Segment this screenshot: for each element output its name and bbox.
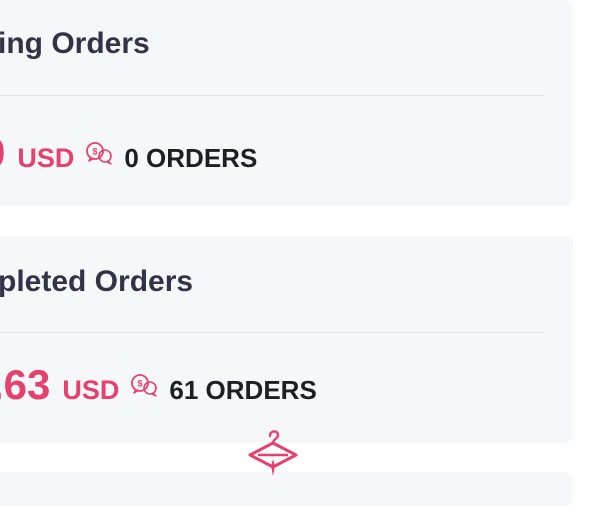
completed-currency: USD [62, 375, 120, 405]
pending-amount: 0 [0, 132, 5, 174]
completed-orders-count: 61 ORDERS [169, 375, 317, 405]
pending-orders-card: ing Orders 0 USD $ 0 ORDERS [0, 0, 573, 206]
pending-orders-title: ing Orders [0, 27, 150, 60]
divider [0, 332, 544, 333]
completed-orders-card: pleted Orders .63 USD $ 61 ORDERS [0, 236, 573, 443]
completed-stats: .63 USD $ 61 ORDERS [0, 364, 317, 406]
pending-stats: 0 USD $ 0 ORDERS [0, 132, 257, 174]
divider [0, 95, 544, 96]
coins-chat-icon: $ [129, 372, 161, 398]
coins-chat-icon: $ [84, 140, 116, 166]
pending-orders-count: 0 ORDERS [124, 143, 258, 173]
hanger-logo-icon [244, 424, 300, 480]
completed-orders-title: pleted Orders [0, 265, 194, 298]
pending-currency: USD [17, 143, 75, 173]
svg-text:$: $ [138, 379, 143, 389]
svg-text:$: $ [93, 147, 98, 157]
completed-amount: .63 [0, 361, 51, 408]
